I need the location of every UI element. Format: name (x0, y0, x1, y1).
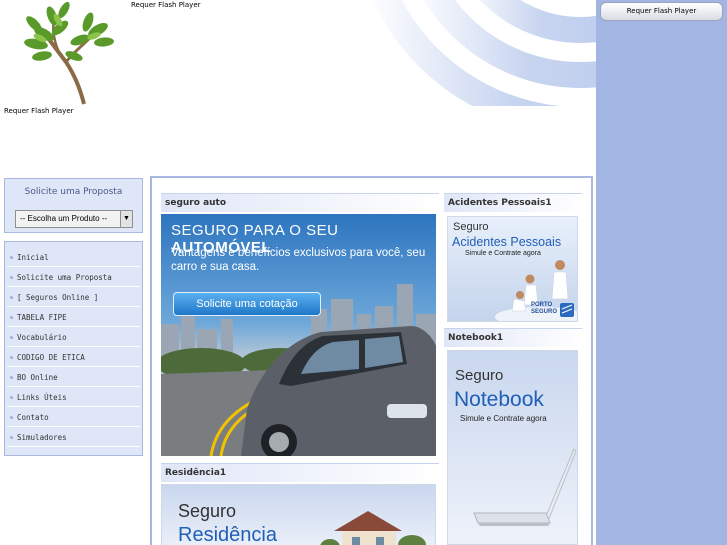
panel-title-acidentes: Acidentes Pessoais1 (444, 193, 582, 212)
flash-notice-top: Requer Flash Player (131, 1, 201, 9)
panel-title-auto: seguro auto (161, 193, 439, 212)
acidentes-pessoais-banner[interactable]: Seguro Acidentes Pessoais Simule e Contr… (447, 216, 578, 322)
proposta-title: Solicite uma Proposta (24, 187, 123, 197)
auto-banner-head-light: SEGURO (171, 222, 240, 239)
flash-player-button[interactable]: Requer Flash Player (600, 2, 723, 21)
notebook-line3: Simule e Contrate agora (460, 414, 547, 423)
sidebar-menu: Inicial Solicite uma Proposta [ Seguros … (4, 241, 143, 456)
porto-seguro-logo: PORTO SEGURO (531, 302, 558, 315)
sidebar-item-proposta[interactable]: Solicite uma Proposta (7, 268, 140, 287)
auto-banner-subtitle: Vantagens e benefícios exclusivos para v… (171, 247, 426, 273)
sidebar-item-vocabulario[interactable]: Vocabulário (7, 328, 140, 347)
residencia-line2: Residência (178, 524, 277, 545)
flash-notice-left: Requer Flash Player (4, 107, 74, 115)
product-select-value: -- Escolha um Produto -- (20, 214, 108, 223)
sidebar-item-tabela-fipe[interactable]: TABELA FIPE (7, 308, 140, 327)
tree-logo (14, 0, 116, 106)
sidebar-item-seguros-online[interactable]: [ Seguros Online ] (7, 288, 140, 307)
residencia-banner[interactable]: Seguro Residência (161, 484, 436, 545)
sidebar-item-links-uteis[interactable]: Links Úteis (7, 388, 140, 407)
sidebar-item-codigo-etica[interactable]: CODIGO DE ETICA (7, 348, 140, 367)
auto-banner-head-mid: PARA O SEU (239, 222, 339, 239)
notebook-line1: Seguro (455, 367, 504, 384)
quote-request-button[interactable]: Solicite uma cotação (173, 292, 321, 316)
proposta-box: Solicite uma Proposta -- Escolha um Prod… (4, 178, 143, 233)
notebook-banner[interactable]: Seguro Notebook Simule e Contrate agora (447, 350, 578, 545)
acidentes-line2: Acidentes Pessoais (452, 235, 562, 249)
residencia-line1: Seguro (178, 501, 237, 521)
sidebar-item-contato[interactable]: Contato (7, 408, 140, 427)
sidebar-item-bo-online[interactable]: BO Online (7, 368, 140, 387)
auto-insurance-banner[interactable]: SEGURO PARA O SEU AUTOMÓVEL Vantagens e … (161, 214, 436, 456)
page: Requer Flash Player Requer Flash Player … (0, 0, 727, 545)
acidentes-line3: Simule e Contrate agora (465, 250, 541, 257)
acidentes-line1: Seguro (453, 221, 489, 233)
notebook-line2: Notebook (454, 388, 544, 411)
sidebar-item-simuladores[interactable]: Simuladores (7, 428, 140, 447)
panel-title-residencia: Residência1 (161, 463, 439, 482)
panel-title-notebook: Notebook1 (444, 328, 582, 347)
chevron-down-icon[interactable]: ▼ (120, 211, 132, 227)
product-select[interactable]: -- Escolha um Produto -- ▼ (15, 210, 133, 228)
right-column: Requer Flash Player (596, 0, 727, 545)
sidebar-item-inicial[interactable]: Inicial (7, 248, 140, 267)
header-arc-graphic (150, 0, 596, 106)
